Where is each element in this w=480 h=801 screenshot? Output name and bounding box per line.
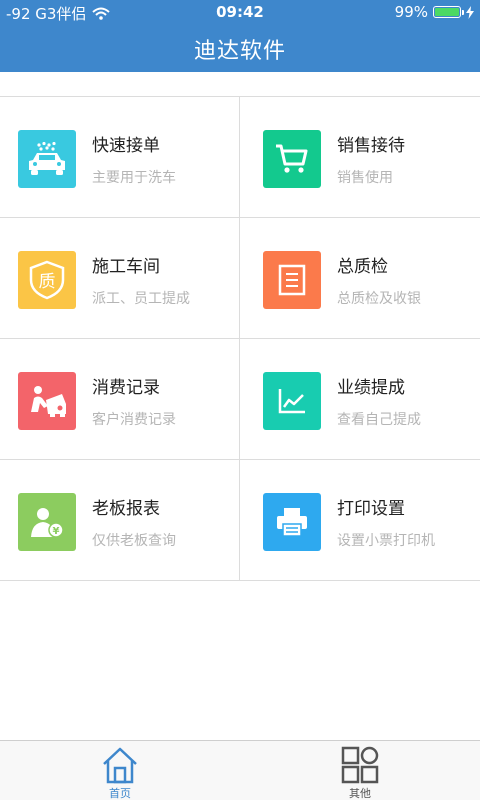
menu-item-sales-reception[interactable]: 销售接待 销售使用 (240, 97, 480, 218)
battery-percent: 99% (394, 3, 428, 21)
menu-grid: 快速接单 主要用于洗车 销售接待 销售使用 质 施工车间 派工、员工提成 总质检… (0, 96, 480, 584)
bottom-tab-bar: 首页 其他 (0, 740, 480, 800)
menu-subtitle: 仅供老板查询 (92, 533, 176, 549)
menu-subtitle: 派工、员工提成 (92, 291, 190, 307)
menu-label: 消费记录 (92, 378, 160, 398)
app-header: -92 G3伴侣 09:42 99% 迪达软件 (0, 0, 480, 72)
boss-money-icon: ¥ (18, 493, 76, 551)
tab-other[interactable]: 其他 (300, 741, 420, 801)
menu-item-final-inspection[interactable]: 总质检 总质检及收银 (240, 218, 480, 339)
menu-subtitle: 客户消费记录 (92, 412, 176, 428)
printer-icon (263, 493, 321, 551)
menu-label: 快速接单 (92, 136, 160, 156)
svg-text:¥: ¥ (53, 526, 60, 537)
svg-text:质: 质 (39, 272, 56, 292)
menu-subtitle: 主要用于洗车 (92, 170, 176, 186)
shopping-cart-icon (263, 130, 321, 188)
menu-subtitle: 销售使用 (337, 170, 393, 186)
menu-item-print-settings[interactable]: 打印设置 设置小票打印机 (240, 460, 480, 581)
tab-label: 首页 (109, 787, 131, 800)
page-title: 迪达软件 (193, 39, 286, 64)
line-chart-icon (263, 372, 321, 430)
car-wash-icon (18, 130, 76, 188)
document-icon (263, 251, 321, 309)
menu-subtitle: 设置小票打印机 (337, 533, 435, 549)
status-bar: -92 G3伴侣 09:42 99% (0, 0, 480, 24)
menu-item-boss-reports[interactable]: ¥ 老板报表 仅供老板查询 (0, 460, 240, 581)
status-right: 99% (395, 3, 474, 21)
menu-label: 销售接待 (337, 136, 405, 156)
tab-label: 其他 (349, 787, 371, 800)
menu-label: 老板报表 (92, 499, 160, 519)
menu-subtitle: 查看自己提成 (337, 412, 421, 428)
menu-item-consumption-records[interactable]: 消费记录 客户消费记录 (0, 339, 240, 460)
menu-item-performance-commission[interactable]: 业绩提成 查看自己提成 (240, 339, 480, 460)
menu-label: 打印设置 (337, 499, 405, 519)
apps-grid-icon (341, 746, 379, 784)
car-repair-icon (18, 372, 76, 430)
quality-badge-icon: 质 (18, 251, 76, 309)
menu-label: 总质检 (337, 257, 388, 277)
tab-home[interactable]: 首页 (60, 741, 180, 801)
menu-label: 施工车间 (92, 257, 160, 277)
menu-subtitle: 总质检及收银 (337, 291, 421, 307)
menu-label: 业绩提成 (337, 378, 405, 398)
charging-icon (466, 5, 474, 19)
menu-item-quick-order[interactable]: 快速接单 主要用于洗车 (0, 97, 240, 218)
battery-icon (433, 6, 464, 18)
home-icon (103, 747, 137, 784)
menu-item-workshop[interactable]: 质 施工车间 派工、员工提成 (0, 218, 240, 339)
